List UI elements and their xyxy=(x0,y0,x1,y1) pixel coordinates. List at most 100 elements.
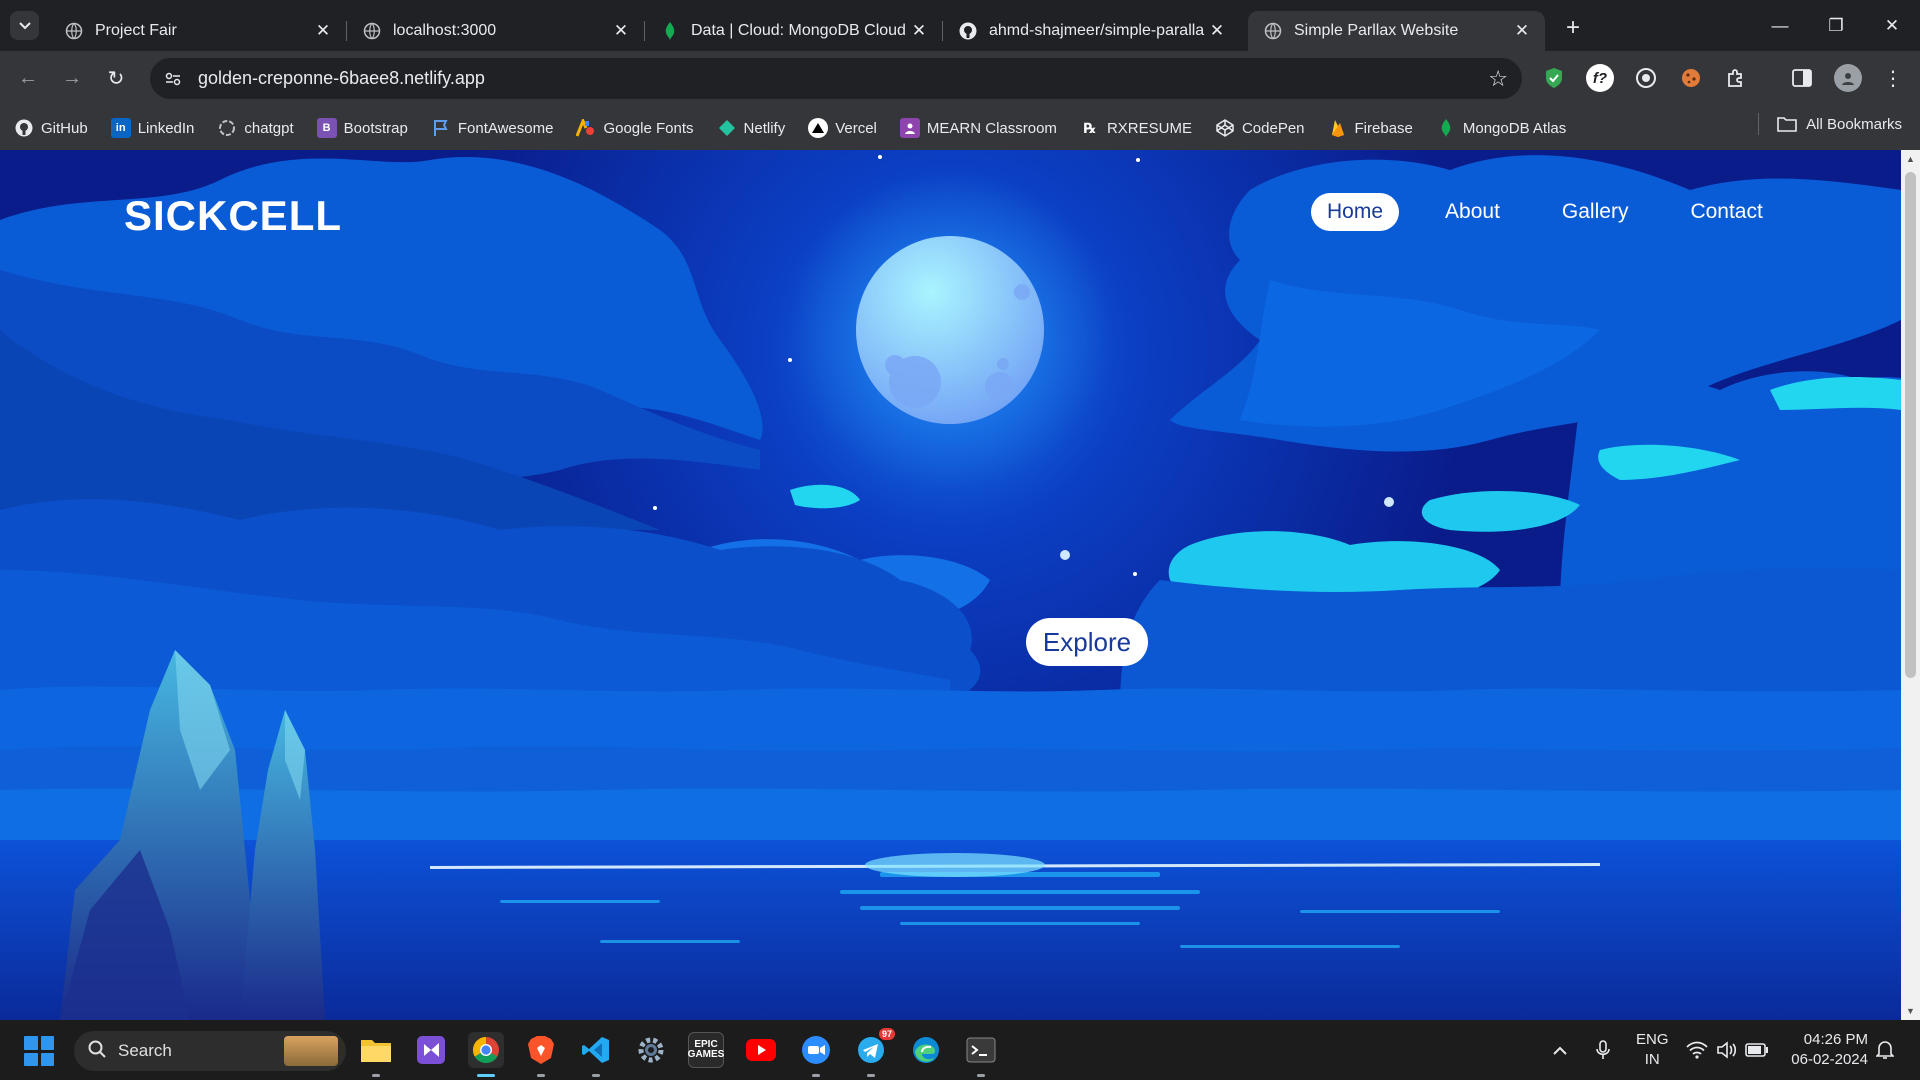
site-info-icon[interactable] xyxy=(158,64,188,94)
bookmark-star-icon[interactable]: ☆ xyxy=(1488,66,1508,92)
close-icon[interactable]: ✕ xyxy=(1513,21,1531,41)
clock-time: 04:26 PM xyxy=(1803,1031,1868,1048)
terminal-icon[interactable] xyxy=(963,1032,999,1068)
show-hidden-icons[interactable] xyxy=(1552,1020,1568,1080)
bookmark-mearn-classroom[interactable]: MEARN Classroom xyxy=(899,113,1069,143)
epic-games-icon[interactable]: EPIC GAMES xyxy=(688,1032,724,1068)
bootstrap-icon: B xyxy=(316,118,337,138)
page-viewport: SICKCELL Home About Gallery Contact Expl… xyxy=(0,150,1901,1020)
bookmark-google-fonts[interactable]: Google Fonts xyxy=(576,113,705,143)
close-window-icon[interactable]: ✕ xyxy=(1864,0,1920,51)
firebase-icon xyxy=(1328,118,1348,138)
nav-home-link[interactable]: Home xyxy=(1311,193,1400,231)
restore-icon[interactable]: ❐ xyxy=(1808,0,1864,51)
bookmark-divider xyxy=(1758,113,1760,135)
tab-localhost[interactable]: localhost:3000 ✕ xyxy=(347,11,644,51)
rx-icon: ℞ xyxy=(1083,119,1097,136)
close-icon[interactable]: ✕ xyxy=(314,21,332,41)
globe-icon xyxy=(1264,22,1282,40)
bookmarks-bar: GitHub in LinkedIn chatgpt B Bootstrap Fon… xyxy=(0,106,1920,150)
moon xyxy=(856,236,1044,424)
edge-icon[interactable] xyxy=(908,1032,944,1068)
site-logo[interactable]: SICKCELL xyxy=(124,192,342,240)
microphone-icon[interactable] xyxy=(1596,1020,1610,1080)
notification-bell-icon[interactable] xyxy=(1876,1020,1894,1080)
mongodb-leaf-icon xyxy=(661,21,679,40)
scrollbar-thumb[interactable] xyxy=(1905,172,1916,678)
tab-search-button[interactable] xyxy=(10,11,39,40)
url-text[interactable]: golden-creponne-6baee8.netlify.app xyxy=(198,68,485,89)
telegram-icon[interactable]: 97 xyxy=(853,1028,895,1068)
nav-contact-link[interactable]: Contact xyxy=(1674,193,1778,231)
brave-icon[interactable] xyxy=(523,1032,559,1068)
bookmark-bootstrap[interactable]: B Bootstrap xyxy=(316,113,420,143)
address-bar[interactable]: golden-creponne-6baee8.netlify.app ☆ xyxy=(150,58,1522,99)
bookmark-mongodb-atlas[interactable]: MongoDB Atlas xyxy=(1436,113,1578,143)
kebab-menu-icon[interactable]: ⋮ xyxy=(1879,64,1907,92)
bookmark-netlify[interactable]: Netlify xyxy=(717,113,798,143)
all-bookmarks-label: All Bookmarks xyxy=(1806,115,1902,133)
explore-button[interactable]: Explore xyxy=(1026,618,1148,666)
notification-badge: 97 xyxy=(878,1028,895,1040)
language-indicator[interactable]: ENG IN xyxy=(1636,1030,1669,1070)
tab-github-repo[interactable]: ahmd-shajmeer/simple-paralla ✕ xyxy=(943,11,1240,51)
close-icon[interactable]: ✕ xyxy=(1208,21,1226,41)
cookie-extension-icon[interactable] xyxy=(1677,64,1705,92)
visual-studio-icon[interactable] xyxy=(413,1032,449,1068)
settings-icon[interactable] xyxy=(633,1032,669,1068)
bookmark-label: RXRESUME xyxy=(1106,119,1192,137)
target-extension-icon[interactable] xyxy=(1632,64,1660,92)
system-clock[interactable]: 04:26 PM 06-02-2024 xyxy=(1786,1030,1868,1070)
nav-gallery-link[interactable]: Gallery xyxy=(1546,193,1645,231)
bookmark-linkedin[interactable]: in LinkedIn xyxy=(110,113,207,143)
search-highlight-image xyxy=(284,1036,338,1066)
back-button[interactable]: ← xyxy=(13,64,43,94)
bookmark-chatgpt[interactable]: chatgpt xyxy=(217,113,305,143)
chrome-icon[interactable] xyxy=(468,1032,504,1068)
nav-about-link[interactable]: About xyxy=(1429,193,1516,231)
profile-avatar[interactable] xyxy=(1834,64,1862,92)
bookmark-codepen[interactable]: CodePen xyxy=(1215,113,1317,143)
scroll-down-arrow-icon[interactable]: ▼ xyxy=(1906,1006,1915,1016)
chatgpt-icon xyxy=(217,118,237,138)
file-explorer-icon[interactable] xyxy=(358,1032,394,1068)
close-icon[interactable]: ✕ xyxy=(612,21,630,41)
forward-button[interactable]: → xyxy=(57,64,87,94)
youtube-icon[interactable] xyxy=(743,1032,779,1068)
tab-mongodb[interactable]: Data | Cloud: MongoDB Cloud ✕ xyxy=(645,11,942,51)
formula-extension-icon[interactable]: f? xyxy=(1586,64,1614,92)
page-scrollbar[interactable]: ▲ ▼ xyxy=(1901,150,1920,1020)
site-nav: Home About Gallery Contact xyxy=(1311,193,1809,231)
globe-icon xyxy=(65,22,83,40)
bookmark-rxresume[interactable]: ℞ RXRESUME xyxy=(1080,113,1204,143)
battery-icon[interactable] xyxy=(1745,1020,1769,1080)
windows-taskbar: Search EPIC GAMES 97 ENG IN 04:26 PM 06-… xyxy=(0,1020,1920,1080)
side-panel-icon[interactable] xyxy=(1788,64,1816,92)
bookmark-github[interactable]: GitHub xyxy=(14,113,100,143)
bookmark-label: Netlify xyxy=(743,119,786,137)
window-controls: — ❐ ✕ xyxy=(1752,0,1920,51)
bookmark-fontawesome[interactable]: FontAwesome xyxy=(431,113,566,143)
windows-start-icon[interactable] xyxy=(24,1036,54,1066)
active-app-indicator xyxy=(477,1074,495,1077)
reload-button[interactable]: ↻ xyxy=(101,64,131,94)
minimize-icon[interactable]: — xyxy=(1752,0,1808,51)
shield-extension-icon[interactable] xyxy=(1540,64,1568,92)
tab-project-fair[interactable]: Project Fair ✕ xyxy=(49,11,346,51)
mongodb-leaf-icon xyxy=(1436,118,1456,138)
scroll-up-arrow-icon[interactable]: ▲ xyxy=(1906,154,1915,164)
bookmark-firebase[interactable]: Firebase xyxy=(1328,113,1425,143)
puzzle-extensions-icon[interactable] xyxy=(1722,64,1750,92)
tab-simple-parllax[interactable]: Simple Parllax Website ✕ xyxy=(1248,10,1545,51)
region-code: IN xyxy=(1644,1051,1660,1068)
close-icon[interactable]: ✕ xyxy=(910,21,928,41)
taskbar-search[interactable]: Search xyxy=(74,1031,346,1071)
new-tab-button[interactable]: + xyxy=(1559,14,1587,42)
running-indicator xyxy=(867,1074,875,1077)
vscode-icon[interactable] xyxy=(578,1032,614,1068)
zoom-icon[interactable] xyxy=(798,1032,834,1068)
bookmark-vercel[interactable]: Vercel xyxy=(808,113,889,143)
wifi-icon[interactable] xyxy=(1686,1020,1708,1080)
all-bookmarks[interactable]: All Bookmarks xyxy=(1758,113,1902,135)
volume-icon[interactable] xyxy=(1716,1020,1738,1080)
